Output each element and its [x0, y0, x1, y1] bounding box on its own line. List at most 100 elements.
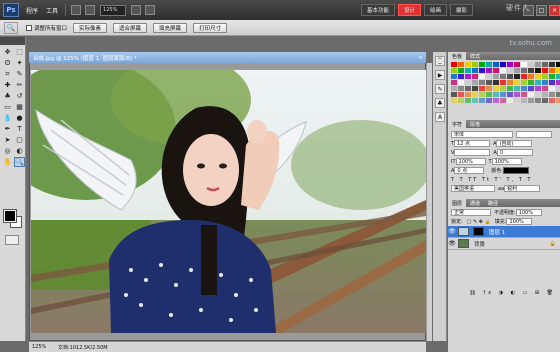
zoom-tool-icon[interactable]: 🔍	[14, 157, 25, 167]
quick-mask-icon[interactable]	[5, 235, 19, 245]
color-swatch[interactable]	[535, 62, 541, 67]
color-swatch[interactable]	[465, 62, 471, 67]
vertical-scale-field[interactable]: 100%	[455, 158, 486, 165]
zoom-tool-preset-icon[interactable]: 🔍	[4, 21, 18, 34]
color-swatch[interactable]	[458, 62, 464, 67]
workspace-design-button[interactable]: 设计	[397, 4, 421, 16]
color-swatch[interactable]	[472, 80, 478, 85]
color-swatch[interactable]	[479, 68, 485, 73]
color-swatch[interactable]	[556, 86, 560, 91]
font-size-field[interactable]: 12 点	[454, 140, 491, 147]
crop-tool-icon[interactable]: ⌗	[2, 69, 13, 79]
font-family-select[interactable]: 宋体	[451, 131, 513, 138]
color-swatch[interactable]	[465, 68, 471, 73]
color-swatch[interactable]	[535, 92, 541, 97]
text-color-swatch[interactable]	[503, 167, 530, 174]
color-swatch[interactable]	[507, 80, 513, 85]
maximize-icon[interactable]: □	[536, 4, 547, 16]
color-swatch[interactable]	[479, 86, 485, 91]
color-swatch[interactable]	[542, 86, 548, 91]
hand-tool-icon[interactable]: ✋	[2, 157, 13, 167]
character-panel-icon[interactable]: A	[435, 112, 445, 122]
color-swatch[interactable]	[451, 68, 457, 73]
visibility-eye-icon[interactable]: 👁	[448, 238, 456, 250]
color-swatch[interactable]	[472, 74, 478, 79]
color-swatch[interactable]	[556, 68, 560, 73]
color-swatch[interactable]	[479, 80, 485, 85]
color-swatch[interactable]	[514, 86, 520, 91]
color-swatch[interactable]	[500, 68, 506, 73]
workspace-painting-button[interactable]: 绘画	[423, 4, 447, 16]
color-swatch[interactable]	[507, 86, 513, 91]
color-swatch[interactable]	[507, 68, 513, 73]
color-swatch[interactable]	[472, 62, 478, 67]
3d-camera-icon[interactable]: ◐	[14, 146, 25, 156]
color-swatch[interactable]	[486, 74, 492, 79]
color-swatch[interactable]	[458, 74, 464, 79]
color-swatch[interactable]	[556, 74, 560, 79]
layer-mask-thumbnail[interactable]	[473, 227, 484, 236]
color-swatch[interactable]	[465, 92, 471, 97]
color-swatch[interactable]	[500, 62, 506, 67]
color-swatch[interactable]	[486, 98, 492, 103]
layer-name[interactable]: 图层 1	[489, 228, 505, 236]
horizontal-scale-field[interactable]: 100%	[491, 158, 522, 165]
color-swatch[interactable]	[549, 92, 555, 97]
opacity-field[interactable]: 100%	[515, 209, 542, 216]
layer-row-background[interactable]: 👁 背景 🔒	[448, 238, 560, 250]
fill-screen-button[interactable]: 填充屏幕	[153, 22, 188, 33]
color-swatch[interactable]	[521, 92, 527, 97]
color-swatch[interactable]	[542, 92, 548, 97]
baseline-field[interactable]: 0 点	[454, 167, 485, 174]
blend-mode-select[interactable]: 正常	[451, 209, 491, 216]
color-swatch[interactable]	[542, 62, 548, 67]
close-icon[interactable]: ×	[549, 4, 560, 16]
menu-item-program[interactable]: 程序	[22, 6, 42, 15]
color-swatch[interactable]	[486, 80, 492, 85]
move-tool-icon[interactable]: ✥	[2, 47, 13, 57]
color-swatch[interactable]	[500, 92, 506, 97]
color-swatch[interactable]	[528, 80, 534, 85]
color-swatch[interactable]	[535, 68, 541, 73]
color-swatch[interactable]	[486, 62, 492, 67]
actions-panel-icon[interactable]: ▶	[435, 70, 445, 80]
layer-name[interactable]: 背景	[474, 240, 485, 248]
resize-all-windows-checkbox[interactable]: 调整所有窗口	[26, 24, 67, 32]
checkbox-box[interactable]	[26, 24, 32, 31]
color-swatch[interactable]	[556, 92, 560, 97]
color-swatch[interactable]	[542, 74, 548, 79]
marquee-tool-icon[interactable]: ⬚	[14, 47, 25, 57]
zoom-icon[interactable]	[85, 5, 96, 15]
tab-swatches[interactable]: 色板	[448, 52, 467, 60]
path-select-icon[interactable]: ➤	[2, 135, 13, 145]
color-swatch[interactable]	[514, 74, 520, 79]
color-swatch[interactable]	[472, 98, 478, 103]
color-swatch[interactable]	[542, 98, 548, 103]
color-swatch[interactable]	[556, 62, 560, 67]
color-swatch[interactable]	[528, 86, 534, 91]
pen-tool-icon[interactable]: ✒	[2, 124, 13, 134]
vertical-scrollbar[interactable]	[426, 63, 432, 341]
color-swatch[interactable]	[507, 62, 513, 67]
color-swatch[interactable]	[514, 68, 520, 73]
visibility-eye-icon[interactable]: 👁	[448, 226, 456, 238]
color-swatch[interactable]	[451, 86, 457, 91]
color-swatch[interactable]	[465, 98, 471, 103]
color-swatch[interactable]	[479, 92, 485, 97]
clone-source-icon[interactable]: ♣	[435, 98, 445, 108]
lock-icons[interactable]: ▢ ✎ ✥ 🔒	[467, 219, 491, 225]
color-swatch[interactable]	[521, 74, 527, 79]
color-swatch[interactable]	[542, 80, 548, 85]
color-swatch[interactable]	[528, 98, 534, 103]
color-swatch[interactable]	[507, 74, 513, 79]
color-swatch[interactable]	[479, 62, 485, 67]
eraser-tool-icon[interactable]: ▭	[2, 102, 13, 112]
color-swatch[interactable]	[465, 86, 471, 91]
document-tab[interactable]: 合成.jpg @ 125% (图层 1, 图层蒙版/8) * ×	[29, 52, 426, 63]
blur-tool-icon[interactable]: 💧	[2, 113, 13, 123]
history-brush-icon[interactable]: ↺	[14, 91, 25, 101]
color-swatch[interactable]	[493, 68, 499, 73]
color-swatch[interactable]	[521, 80, 527, 85]
print-size-button[interactable]: 打印尺寸	[193, 22, 228, 33]
color-swatch[interactable]	[500, 86, 506, 91]
